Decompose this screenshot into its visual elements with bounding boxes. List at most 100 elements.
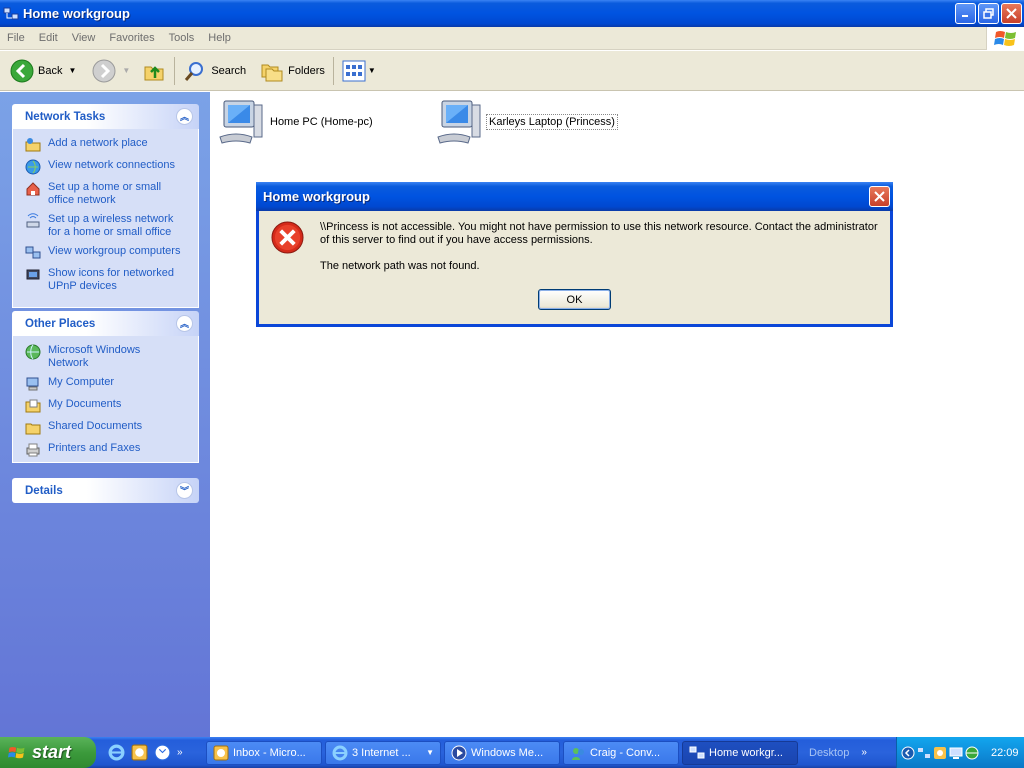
menu-help[interactable]: Help <box>201 32 238 44</box>
collapse-icon[interactable]: ︽ <box>176 315 193 332</box>
home-network-icon <box>26 182 40 196</box>
back-label: Back <box>38 64 63 77</box>
close-button[interactable] <box>1001 3 1022 24</box>
dialog-title: Home workgroup <box>263 189 370 204</box>
search-button[interactable]: Search <box>179 55 250 87</box>
expand-icon[interactable]: ︾ <box>176 482 193 499</box>
folders-label: Folders <box>288 64 325 77</box>
clock-app-icon[interactable] <box>131 744 148 761</box>
up-folder-button[interactable] <box>138 55 170 87</box>
forward-arrow-icon <box>92 59 116 82</box>
desktop-toolbar-label[interactable]: Desktop <box>809 747 849 759</box>
computer-home-pc[interactable]: Home PC (Home-pc) <box>216 97 375 147</box>
back-button[interactable]: Back ▼ <box>6 55 80 87</box>
views-icon <box>342 60 366 81</box>
computer-label: Karleys Laptop (Princess) <box>486 114 618 130</box>
internet-explorer-icon <box>332 745 348 760</box>
place-label: Shared Documents <box>48 420 143 432</box>
network-tray-icon[interactable] <box>917 746 931 760</box>
views-button[interactable]: ▼ <box>338 55 380 87</box>
globe-tray-icon[interactable] <box>965 746 979 760</box>
show-hidden-icons-icon[interactable] <box>901 746 915 760</box>
computer-label: Home PC (Home-pc) <box>270 116 373 128</box>
taskbar-button-label: Inbox - Micro... <box>233 746 306 759</box>
network-tasks-header[interactable]: Network Tasks ︽ <box>12 104 199 129</box>
dialog-body: \\Princess is not accessible. You might … <box>259 211 890 324</box>
task-label: Set up a home or small office network <box>48 181 162 206</box>
other-places-header[interactable]: Other Places ︽ <box>12 311 199 336</box>
group-dropdown-icon: ▼ <box>426 748 434 757</box>
task-label: View workgroup computers <box>48 245 181 257</box>
system-tray: 22:09 <box>896 737 1024 768</box>
media-player-icon <box>451 745 467 760</box>
place-printers-and-faxes[interactable]: Printers and Faxes <box>25 442 192 458</box>
menu-edit[interactable]: Edit <box>32 32 65 44</box>
toolbar-separator <box>174 56 176 85</box>
place-label: My Documents <box>48 398 122 410</box>
folders-button[interactable]: Folders <box>256 55 329 87</box>
internet-explorer-icon[interactable] <box>108 744 125 761</box>
menu-file[interactable]: File <box>0 32 32 44</box>
minimize-icon <box>962 15 968 17</box>
clock-app-tray-icon[interactable] <box>933 746 947 760</box>
taskbar-button-internet[interactable]: 3 Internet ... ▼ <box>325 740 441 765</box>
error-message-text: \\Princess is not accessible. You might … <box>320 221 878 246</box>
my-computer-icon <box>26 377 39 391</box>
network-workgroup-icon <box>689 746 705 758</box>
up-folder-icon <box>144 65 164 80</box>
computer-karleys-laptop[interactable]: Karleys Laptop (Princess) <box>434 97 618 147</box>
quick-launch-more-icon[interactable]: » <box>177 747 183 758</box>
menu-tools[interactable]: Tools <box>162 32 202 44</box>
task-setup-home-network[interactable]: Set up a home or small office network <box>25 181 192 207</box>
display-tray-icon[interactable] <box>949 746 963 760</box>
workgroup-computers-icon <box>25 246 41 259</box>
add-network-place-icon <box>25 138 41 152</box>
taskbar-button-home-workgroup[interactable]: Home workgr... <box>682 740 798 765</box>
views-dropdown-icon[interactable]: ▼ <box>368 66 376 75</box>
task-show-upnp-icons[interactable]: Show icons for networked UPnP devices <box>25 267 192 293</box>
taskbar-button-windows-media[interactable]: Windows Me... <box>444 740 560 765</box>
task-view-network-connections[interactable]: View network connections <box>25 159 192 175</box>
my-documents-icon <box>25 399 41 413</box>
minimize-button[interactable] <box>955 3 976 24</box>
forward-dropdown-icon[interactable]: ▼ <box>122 66 130 75</box>
place-shared-documents[interactable]: Shared Documents <box>25 420 192 436</box>
collapse-icon[interactable]: ︽ <box>176 108 193 125</box>
back-arrow-icon <box>10 59 34 82</box>
outlook-icon[interactable] <box>154 744 171 761</box>
computer-icon <box>437 100 481 144</box>
window-titlebar[interactable]: Home workgroup <box>0 0 1024 27</box>
place-my-computer[interactable]: My Computer <box>25 376 192 392</box>
forward-button[interactable]: ▼ <box>88 55 134 87</box>
error-detail-text: The network path was not found. <box>320 260 480 272</box>
printers-faxes-icon <box>26 443 40 457</box>
taskbar-button-label: Craig - Conv... <box>590 746 661 759</box>
place-my-documents[interactable]: My Documents <box>25 398 192 414</box>
place-label: My Computer <box>48 376 115 388</box>
toolbar-separator <box>332 56 334 85</box>
place-microsoft-windows-network[interactable]: Microsoft Windows Network <box>25 344 192 370</box>
details-header[interactable]: Details ︾ <box>12 478 199 503</box>
menu-favorites[interactable]: Favorites <box>102 32 161 44</box>
close-icon <box>874 191 885 202</box>
clock: 22:09 <box>991 746 1019 759</box>
windows-flag-icon <box>8 746 25 758</box>
error-dialog: Home workgroup \\Princess is not accessi… <box>256 182 893 327</box>
menu-bar: File Edit View Favorites Tools Help <box>0 27 1024 50</box>
task-view-workgroup-computers[interactable]: View workgroup computers <box>25 245 192 261</box>
desktop-toolbar-more-icon[interactable]: » <box>861 747 867 758</box>
task-add-network-place[interactable]: Add a network place <box>25 137 192 153</box>
start-button[interactable]: start <box>0 737 96 768</box>
menu-view[interactable]: View <box>65 32 103 44</box>
task-label: Add a network place <box>48 137 148 149</box>
restore-button[interactable] <box>978 3 999 24</box>
ok-button[interactable]: OK <box>538 289 611 310</box>
dialog-titlebar[interactable]: Home workgroup <box>256 182 893 211</box>
taskbar-button-inbox[interactable]: Inbox - Micro... <box>206 740 322 765</box>
taskbar-button-craig-conversation[interactable]: Craig - Conv... <box>563 740 679 765</box>
error-icon <box>271 221 304 254</box>
dialog-close-button[interactable] <box>869 186 890 207</box>
task-setup-wireless-network[interactable]: Set up a wireless network for a home or … <box>25 213 192 239</box>
upnp-devices-icon <box>26 269 40 280</box>
back-dropdown-icon[interactable]: ▼ <box>68 66 76 75</box>
